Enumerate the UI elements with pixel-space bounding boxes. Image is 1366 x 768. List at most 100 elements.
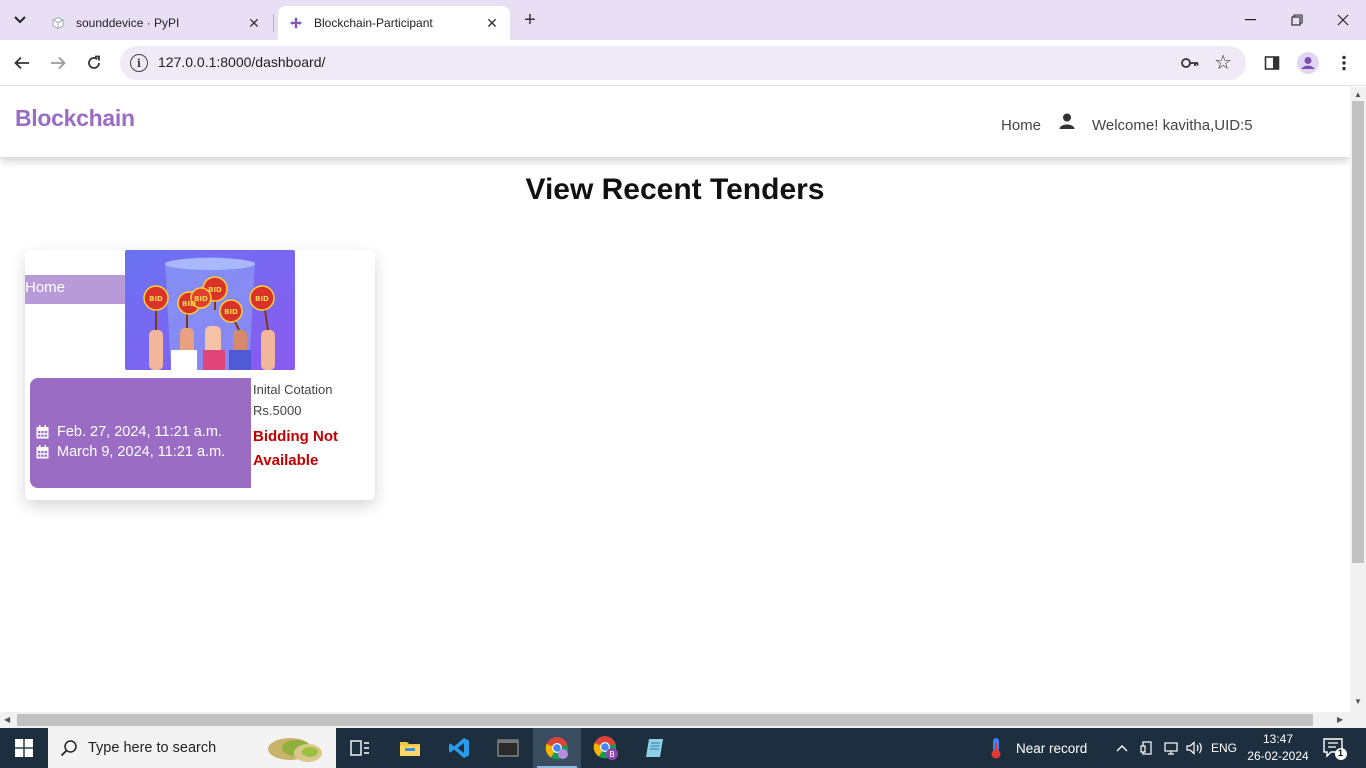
move-favicon-icon (288, 15, 304, 31)
new-tab-button[interactable]: + (518, 8, 542, 32)
site-info-icon[interactable]: i (130, 54, 148, 72)
weather-widget[interactable]: Near record (988, 728, 1087, 768)
page-title: View Recent Tenders (525, 173, 825, 206)
chevron-down-icon (14, 16, 26, 24)
notepad-button[interactable] (631, 728, 679, 768)
address-bar[interactable]: i 127.0.0.1:8000/dashboard/ ☆ (120, 46, 1246, 80)
browser-tab-bar: sounddevice · PyPI ✕ Blockchain-Particip… (0, 0, 1366, 40)
kebab-menu-icon (1342, 55, 1346, 71)
tablet-icon (1140, 741, 1152, 755)
chrome-profile-button[interactable]: B (582, 728, 630, 768)
tab-divider (273, 14, 274, 32)
start-date-row: Feb. 27, 2024, 11:21 a.m. (36, 424, 222, 440)
thermometer-icon (991, 738, 1001, 759)
bid-badge: BID (224, 308, 238, 316)
tender-image: BID BID BID BID BID BID (125, 250, 295, 370)
scrollbar-corner (1350, 712, 1366, 728)
minimize-button[interactable] (1228, 0, 1274, 40)
password-key-icon[interactable] (1180, 53, 1200, 73)
end-date-row: March 9, 2024, 11:21 a.m. (36, 444, 225, 460)
back-button[interactable] (8, 49, 36, 77)
notification-count-badge: 1 (1338, 748, 1344, 758)
tab-blockchain-participant[interactable]: Blockchain-Participant ✕ (278, 6, 510, 40)
close-tab-icon[interactable]: ✕ (244, 13, 264, 33)
start-button[interactable] (0, 728, 48, 768)
horizontal-scroll-thumb[interactable] (17, 714, 1313, 726)
network-icon (1164, 742, 1178, 755)
nav-home-link[interactable]: Home (1001, 117, 1041, 134)
calendar-icon (36, 425, 49, 439)
vertical-scrollbar[interactable]: ▲ ▼ (1350, 87, 1366, 712)
task-view-button[interactable] (336, 728, 384, 768)
taskbar-clock[interactable]: 13:47 26-02-2024 (1244, 731, 1312, 765)
vscode-button[interactable] (435, 728, 483, 768)
tab-title: sounddevice · PyPI (76, 16, 180, 30)
clock-time: 13:47 (1262, 732, 1294, 746)
page-viewport: Blockchain Home Welcome! kavitha,UID:5 V… (0, 87, 1350, 712)
horizontal-scrollbar[interactable]: ◀ ▶ (0, 712, 1350, 728)
tender-home-link[interactable]: Home (25, 275, 125, 304)
url-text: 127.0.0.1:8000/dashboard/ (158, 54, 326, 70)
bidding-status: Bidding Not Available (253, 428, 338, 469)
volume-button[interactable] (1184, 728, 1206, 768)
device-tray-button[interactable] (1137, 728, 1157, 768)
profile-button[interactable] (1294, 49, 1322, 77)
browser-toolbar: i 127.0.0.1:8000/dashboard/ ☆ (0, 40, 1366, 86)
minimize-icon (1245, 19, 1256, 21)
start-date-text: Feb. 27, 2024, 11:21 a.m. (57, 424, 222, 440)
browser-menu-button[interactable] (1330, 49, 1358, 77)
bid-badge: BID (208, 286, 222, 294)
search-placeholder: Type here to search (88, 740, 217, 756)
show-hidden-icons-button[interactable] (1112, 728, 1132, 768)
scroll-right-arrow-icon[interactable]: ▶ (1337, 715, 1343, 724)
close-icon (1337, 14, 1349, 26)
terminal-icon (497, 739, 519, 757)
terminal-button[interactable] (484, 728, 532, 768)
notification-icon (1323, 738, 1347, 760)
speaker-icon (1186, 741, 1202, 755)
side-panel-icon (1264, 56, 1280, 70)
end-date-text: March 9, 2024, 11:21 a.m. (57, 444, 226, 460)
language-indicator[interactable]: ENG (1208, 728, 1240, 768)
network-button[interactable] (1160, 728, 1182, 768)
chevron-up-icon (1116, 745, 1128, 752)
svg-text:B: B (609, 750, 615, 759)
vscode-icon (449, 738, 469, 758)
bid-badge: BID (194, 295, 208, 303)
profile-avatar-icon (1297, 52, 1319, 74)
brand-logo[interactable]: Blockchain (15, 105, 135, 132)
pypi-favicon-icon (50, 15, 66, 31)
file-explorer-button[interactable] (386, 728, 434, 768)
bid-badge: BID (149, 295, 163, 303)
restore-button[interactable] (1274, 0, 1320, 40)
bookmark-star-icon[interactable]: ☆ (1214, 50, 1232, 75)
chrome-profile-icon: B (593, 736, 618, 760)
close-window-button[interactable] (1320, 0, 1366, 40)
scroll-down-arrow-icon[interactable]: ▼ (1354, 697, 1362, 706)
notification-center-button[interactable]: 1 (1322, 737, 1348, 761)
chrome-button[interactable] (533, 728, 581, 768)
back-arrow-icon (14, 56, 29, 70)
clock-date: 26-02-2024 (1247, 749, 1309, 763)
close-tab-icon[interactable]: ✕ (482, 13, 502, 33)
scroll-up-arrow-icon[interactable]: ▲ (1354, 90, 1362, 99)
reload-button[interactable] (80, 49, 108, 77)
forward-arrow-icon (51, 56, 66, 70)
vertical-scroll-thumb[interactable] (1352, 101, 1364, 563)
side-panel-button[interactable] (1258, 49, 1286, 77)
pistachio-search-highlight-icon[interactable] (264, 731, 326, 765)
tab-title: Blockchain-Participant (314, 16, 433, 30)
taskbar-search-box[interactable]: Type here to search (48, 728, 336, 768)
task-view-icon (350, 740, 369, 756)
cotation-value: Rs.5000 (253, 403, 302, 418)
restore-icon (1291, 14, 1303, 26)
tab-search-button[interactable] (8, 8, 32, 32)
forward-button[interactable] (44, 49, 72, 77)
chrome-icon (545, 737, 569, 760)
tab-sounddevice[interactable]: sounddevice · PyPI ✕ (40, 6, 272, 40)
user-icon (1059, 113, 1075, 131)
welcome-user-text[interactable]: Welcome! kavitha,UID:5 (1092, 117, 1253, 134)
search-icon (60, 740, 77, 757)
cotation-label: Inital Cotation (253, 382, 333, 397)
scroll-left-arrow-icon[interactable]: ◀ (4, 715, 10, 724)
